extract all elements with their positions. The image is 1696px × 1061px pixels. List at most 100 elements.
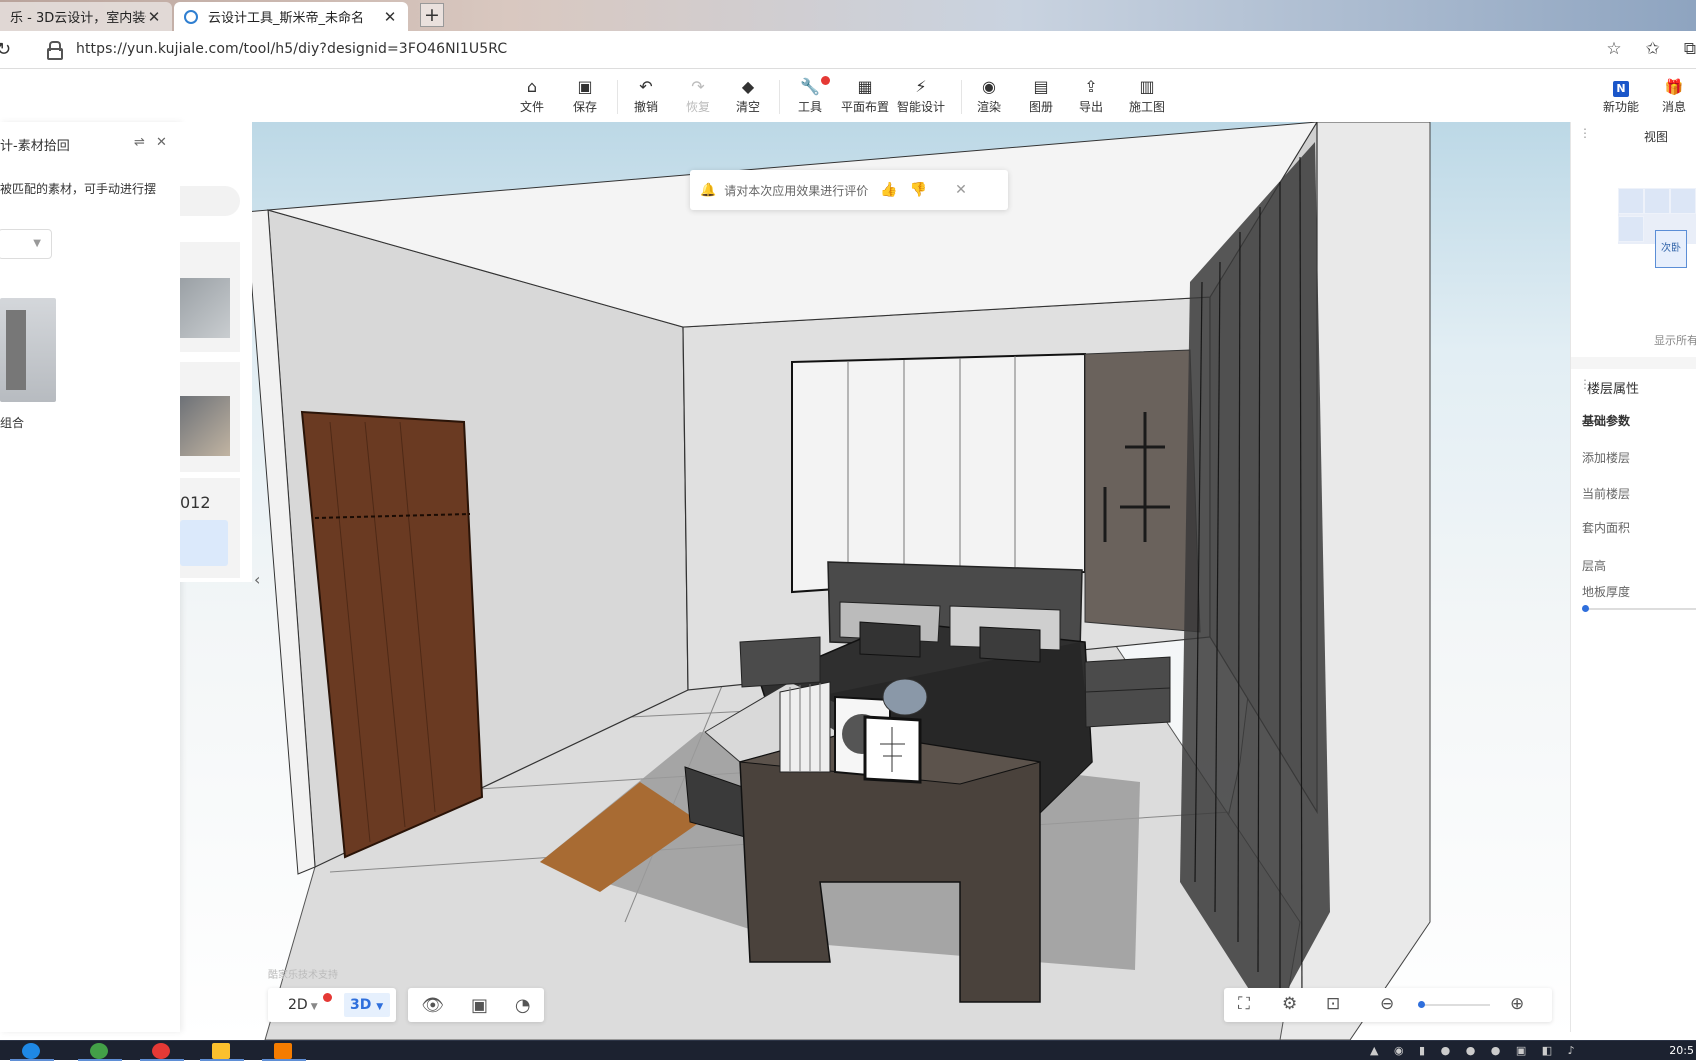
taskbar-chrome-icon[interactable] <box>140 1041 184 1061</box>
render-button[interactable]: ◉ 渲染 <box>977 78 1001 115</box>
chevron-down-icon: ▼ <box>33 238 41 249</box>
bedroom-3d-scene <box>245 122 1431 1040</box>
floor-thickness-label: 地板厚度 <box>1582 585 1631 599</box>
save-icon: ▣ <box>577 77 593 96</box>
view-tools: 👁 ▣ ◔ <box>408 988 544 1022</box>
floor-thickness-slider[interactable] <box>1582 605 1696 612</box>
taskbar-clock[interactable]: 20:5 <box>1669 1044 1694 1057</box>
site-favicon-icon <box>184 9 198 24</box>
toolbar-label: 工具 <box>798 100 823 114</box>
taskbar-edge-icon[interactable] <box>10 1041 54 1061</box>
browser-tab-bar: 乐 - 3D云设计，室内装修效果 ✕ 云设计工具_斯米帝_未命名 ✕ + <box>0 0 1696 31</box>
screenshot-icon[interactable]: ⛶ <box>1238 994 1250 1014</box>
redo-icon: ↷ <box>691 77 705 96</box>
zoom-in-icon[interactable]: ⊕ <box>1510 994 1524 1014</box>
reload-icon[interactable]: ↻ <box>0 39 11 60</box>
file-button[interactable]: ⌂ 文件 <box>520 78 544 115</box>
construction-drawing-button[interactable]: ▥ 施工图 <box>1129 78 1165 115</box>
library-search-input[interactable] <box>180 186 240 216</box>
close-icon[interactable]: ✕ <box>382 8 398 26</box>
messages-button[interactable]: 🎁 消息 <box>1662 78 1686 115</box>
thumbs-up-icon[interactable]: 👍 <box>880 182 897 198</box>
album-button[interactable]: ▤ 图册 <box>1029 78 1053 115</box>
toolbar-label: 清空 <box>736 100 761 114</box>
floor-properties-title: 楼层属性 <box>1587 382 1640 397</box>
feedback-toast: 🔔 请对本次应用效果进行评价 👍 👎 ✕ <box>690 170 1008 210</box>
toolbar-label: 文件 <box>520 100 545 114</box>
panel-description: 被匹配的素材，可手动进行摆 <box>0 182 157 196</box>
close-icon[interactable]: ✕ <box>955 182 967 198</box>
collapse-panel-icon[interactable]: ‹ <box>254 570 260 589</box>
minimap-room[interactable]: 次卧 <box>1655 230 1687 268</box>
3d-viewport[interactable] <box>180 122 1570 1040</box>
library-thumbnail[interactable] <box>180 396 230 456</box>
3d-mode-button[interactable]: 3D ▼ <box>343 993 390 1017</box>
right-properties-panel: ⋮ 视图 次卧 显示所有 ⋮ 楼层属性 基础参数 添加楼层 当前楼层 套内面积 … <box>1570 122 1696 1032</box>
bolt-icon: ⚡ <box>915 77 927 96</box>
close-icon[interactable]: ✕ <box>156 135 167 150</box>
chevron-down-icon: ▼ <box>376 1002 384 1012</box>
taskbar-explorer-icon[interactable] <box>200 1041 244 1061</box>
favorites-icon[interactable]: ✩ <box>1646 39 1660 59</box>
toolbar-divider <box>617 80 618 114</box>
floor-plan-button[interactable]: ▦ 平面布置 <box>841 78 889 115</box>
toolbar-label: 保存 <box>573 100 598 114</box>
material-library-strip: 012 <box>180 122 252 582</box>
browser-tab[interactable]: 乐 - 3D云设计，室内装修效果 ✕ <box>0 2 172 31</box>
export-icon: ⇪ <box>1084 77 1098 96</box>
add-floor-label[interactable]: 添加楼层 <box>1582 449 1630 466</box>
material-thumbnail[interactable] <box>0 298 56 402</box>
show-all-link[interactable]: 显示所有 <box>1654 332 1696 348</box>
zoom-out-icon[interactable]: ⊖ <box>1380 994 1394 1014</box>
undo-button[interactable]: ↶ 撤销 <box>634 78 658 115</box>
lock-icon[interactable] <box>46 41 63 60</box>
blueprint-icon: ▥ <box>1139 77 1155 96</box>
folder-icon[interactable] <box>180 520 228 566</box>
file-icon: ⌂ <box>526 77 538 96</box>
inner-area-label: 套内面积 <box>1582 521 1631 535</box>
eye-icon[interactable]: 👁 <box>421 995 444 1016</box>
new-feature-button[interactable]: N 新功能 <box>1603 78 1639 115</box>
browser-tab-active[interactable]: 云设计工具_斯米帝_未命名 ✕ <box>174 2 408 31</box>
bell-icon: 🔔 <box>700 182 717 198</box>
panel-divider <box>1571 357 1696 369</box>
new-tab-button[interactable]: + <box>420 3 444 27</box>
minimize-icon[interactable]: ⇌ <box>134 135 145 150</box>
taskbar-app-icon[interactable] <box>262 1041 306 1061</box>
drag-handle-icon[interactable]: ⋮ <box>1579 126 1591 140</box>
library-thumbnail[interactable] <box>180 278 230 338</box>
toolbar-label: 消息 <box>1662 100 1687 114</box>
undo-icon: ↶ <box>639 77 653 96</box>
save-button[interactable]: ▣ 保存 <box>573 78 597 115</box>
camera-zoom-controls: ⛶ ⚙ ⊡ ⊖ ⊕ <box>1224 988 1552 1022</box>
cube-icon[interactable]: ▣ <box>471 995 488 1016</box>
gauge-icon[interactable]: ◔ <box>515 995 531 1016</box>
toolbar-label: 平面布置 <box>841 100 890 114</box>
camera-settings-icon[interactable]: ⚙ <box>1282 994 1297 1014</box>
redo-button[interactable]: ↷ 恢复 <box>686 78 710 115</box>
star-add-icon[interactable]: ☆ <box>1606 39 1621 59</box>
system-tray-icons[interactable]: ▲ ◉ ▮ ● ● ● ▣ ◧ ♪ <box>1370 1044 1581 1057</box>
mode-label: 3D <box>350 997 372 1013</box>
toolbar-label: 渲染 <box>977 100 1002 114</box>
app-toolbar: ⌂ 文件 ▣ 保存 ↶ 撤销 ↷ 恢复 ◆ 清空 🔧 工具 ▦ 平面布置 ⚡ 智… <box>0 70 1696 122</box>
thumbs-down-icon[interactable]: 👎 <box>910 182 927 198</box>
collections-icon[interactable]: ⧉ <box>1684 39 1696 59</box>
url-field[interactable]: https://yun.kujiale.com/tool/h5/diy?desi… <box>76 41 507 57</box>
export-button[interactable]: ⇪ 导出 <box>1079 78 1103 115</box>
tools-button[interactable]: 🔧 工具 <box>798 76 831 115</box>
2d-mode-button[interactable]: 2D ▼ <box>288 993 332 1013</box>
smart-design-button[interactable]: ⚡ 智能设计 <box>897 78 945 115</box>
view-mode-toggle: 2D ▼ 3D ▼ <box>268 988 396 1022</box>
tech-support-label: 酷家乐技术支持 <box>268 970 338 981</box>
clear-button[interactable]: ◆ 清空 <box>736 78 760 115</box>
zoom-slider[interactable] <box>1418 1001 1490 1008</box>
floor-height-label: 层高 <box>1582 559 1607 573</box>
toolbar-label: 撤销 <box>634 100 659 114</box>
close-icon[interactable]: ✕ <box>146 8 162 26</box>
current-floor-label: 当前楼层 <box>1582 487 1631 501</box>
focus-icon[interactable]: ⊡ <box>1326 994 1340 1014</box>
taskbar-app-icon[interactable] <box>78 1041 122 1061</box>
toolbar-label: 施工图 <box>1129 100 1166 114</box>
category-dropdown[interactable]: ▼ <box>0 229 52 259</box>
